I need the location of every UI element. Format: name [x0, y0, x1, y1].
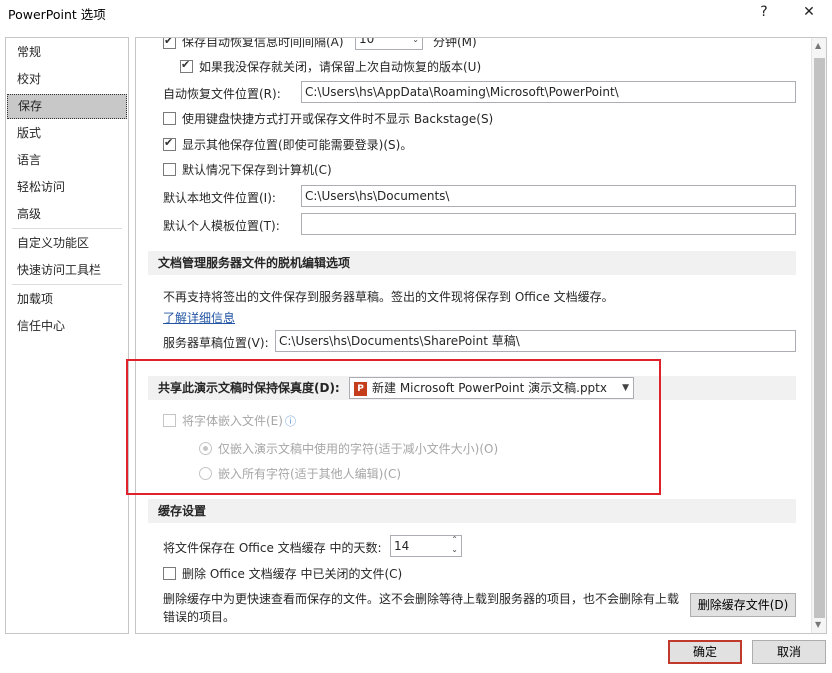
delete-closed-files-label: 删除 Office 文档缓存 中已关闭的文件(C): [182, 567, 403, 581]
show-additional-places-checkbox[interactable]: [163, 136, 176, 151]
sidebar-item-general[interactable]: 常规: [7, 40, 127, 65]
sidebar-divider: [12, 284, 122, 285]
default-template-location-field[interactable]: [301, 213, 796, 235]
delete-closed-files-checkbox[interactable]: [163, 567, 176, 580]
highlight-box: [126, 359, 661, 495]
offline-editing-description: 不再支持将签出的文件保存到服务器草稿。签出的文件现将保存到 Office 文档缓…: [163, 290, 614, 304]
no-backstage-checkbox[interactable]: [163, 112, 176, 125]
spinner-up-icon[interactable]: ⌃: [451, 536, 458, 544]
save-to-computer-label: 默认情况下保存到计算机(C): [182, 163, 332, 177]
cache-days-value: 14: [394, 539, 410, 553]
no-backstage-label: 使用键盘快捷方式打开或保存文件时不显示 Backstage(S): [182, 112, 494, 126]
autorecover-location-label: 自动恢复文件位置(R):: [163, 87, 281, 101]
sidebar-divider: [12, 228, 122, 229]
cache-description-line1: 删除缓存中为更快速查看而保存的文件。这不会删除等待上载到服务器的项目，也不会删除…: [163, 592, 680, 606]
learn-more-link[interactable]: 了解详细信息: [163, 309, 235, 326]
offline-editing-heading: 文档管理服务器文件的脱机编辑选项: [148, 251, 796, 275]
sidebar-item-language[interactable]: 语言: [7, 148, 127, 173]
sidebar-item-quick-access[interactable]: 快速访问工具栏: [7, 258, 127, 283]
default-local-location-label: 默认本地文件位置(I):: [163, 191, 276, 205]
spinner-down-icon[interactable]: ⌄: [412, 38, 419, 49]
sidebar-item-customize-ribbon[interactable]: 自定义功能区: [7, 231, 127, 256]
keep-last-version-label: 如果我没保存就关闭，请保留上次自动恢复的版本(U): [199, 60, 482, 74]
save-options-panel: 保存自动恢复信息时间间隔(A) 10 ⌄ 分钟(M) 如果我没保存就关闭，请保留…: [135, 37, 827, 634]
cache-settings-heading: 缓存设置: [148, 499, 796, 523]
help-button[interactable]: ?: [752, 2, 776, 22]
keep-last-version-checkbox[interactable]: [180, 58, 193, 73]
cache-description-line2: 错误的项目。: [163, 610, 236, 624]
cache-days-spinner[interactable]: 14 ⌃ ⌄: [390, 535, 462, 557]
window-title: PowerPoint 选项: [8, 7, 106, 22]
autorecover-unit: 分钟(M): [433, 37, 477, 49]
default-template-location-label: 默认个人模板位置(T):: [163, 219, 280, 233]
scroll-up-icon[interactable]: ▲: [815, 41, 821, 50]
delete-cache-files-button[interactable]: 删除缓存文件(D): [690, 593, 796, 617]
sidebar-item-trust-center[interactable]: 信任中心: [7, 314, 127, 339]
scroll-down-icon[interactable]: ▼: [815, 620, 821, 629]
autorecover-label: 保存自动恢复信息时间间隔(A): [182, 37, 344, 49]
save-to-computer-checkbox[interactable]: [163, 163, 176, 176]
category-sidebar: 常规 校对 保存 版式 语言 轻松访问 高级 自定义功能区 快速访问工具栏 加载…: [5, 37, 129, 634]
sidebar-item-addins[interactable]: 加载项: [7, 287, 127, 312]
spinner-down-icon[interactable]: ⌄: [451, 545, 458, 554]
autorecover-minutes-value: 10: [359, 37, 375, 46]
autorecover-minutes-spinner[interactable]: 10 ⌄: [355, 37, 423, 50]
show-additional-places-label: 显示其他保存位置(即使可能需要登录)(S)。: [182, 138, 413, 152]
sidebar-item-proofing[interactable]: 校对: [7, 67, 127, 92]
autorecover-location-field[interactable]: C:\Users\hs\AppData\Roaming\Microsoft\Po…: [301, 81, 796, 103]
close-button[interactable]: ✕: [797, 2, 821, 22]
sidebar-item-save[interactable]: 保存: [7, 94, 127, 119]
sidebar-item-advanced[interactable]: 高级: [7, 202, 127, 227]
scrollbar-thumb[interactable]: [814, 58, 825, 618]
cancel-button[interactable]: 取消: [752, 640, 826, 664]
server-drafts-label: 服务器草稿位置(V):: [163, 336, 269, 350]
server-drafts-field[interactable]: C:\Users\hs\Documents\SharePoint 草稿\: [275, 330, 796, 352]
sidebar-item-accessibility[interactable]: 轻松访问: [7, 175, 127, 200]
cache-days-label: 将文件保存在 Office 文档缓存 中的天数:: [163, 541, 382, 555]
sidebar-item-layout[interactable]: 版式: [7, 121, 127, 146]
default-local-location-field[interactable]: C:\Users\hs\Documents\: [301, 185, 796, 207]
vertical-scrollbar[interactable]: ▲ ▼: [811, 38, 826, 633]
autorecover-checkbox[interactable]: [163, 38, 176, 49]
ok-button[interactable]: 确定: [668, 640, 742, 664]
